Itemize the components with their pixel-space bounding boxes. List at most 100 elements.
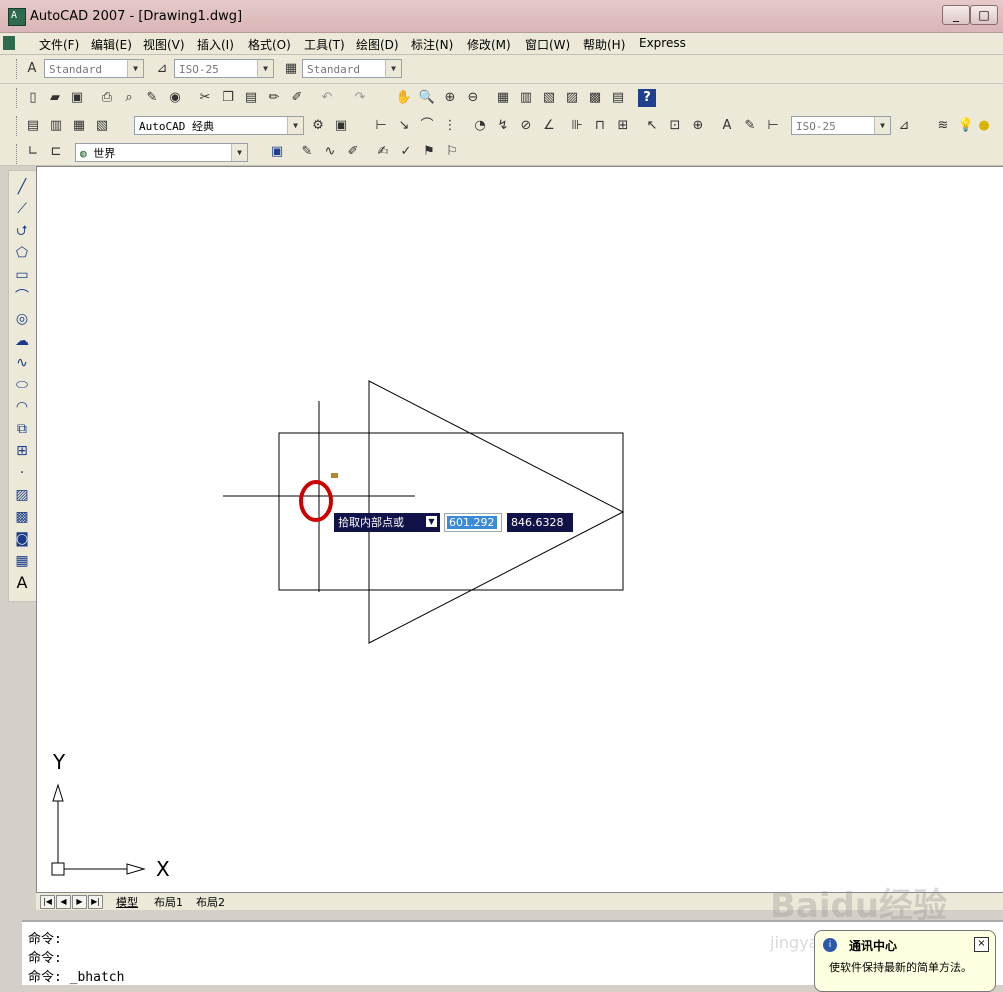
gradient-icon[interactable]: ▩ bbox=[12, 507, 32, 527]
dynamic-input-y-field[interactable]: 846.6328 bbox=[507, 513, 573, 532]
block-editor-icon[interactable]: ✐ bbox=[288, 89, 306, 107]
toolbar-grip[interactable] bbox=[16, 144, 20, 164]
markup-icon[interactable]: ▩ bbox=[586, 89, 604, 107]
menu-insert[interactable]: 插入(I) bbox=[197, 36, 234, 53]
hatch-icon[interactable]: ▨ bbox=[12, 485, 32, 505]
zoom-window-icon[interactable]: ⊕ bbox=[441, 89, 459, 107]
block-attribute-icon[interactable]: ⚑ bbox=[420, 143, 438, 161]
diameter-icon[interactable]: ⊘ bbox=[517, 117, 535, 135]
lightbulb-icon[interactable]: 💡 bbox=[957, 117, 975, 135]
chevron-down-icon[interactable]: ▼ bbox=[127, 60, 143, 77]
table-icon[interactable]: ▦ bbox=[12, 551, 32, 571]
ellipse-arc-icon[interactable]: ◠ bbox=[12, 397, 32, 417]
next-tab-icon[interactable]: ▶ bbox=[72, 895, 87, 909]
redo-icon[interactable]: ↷ bbox=[351, 89, 369, 107]
prev-tab-icon[interactable]: ◀ bbox=[56, 895, 71, 909]
minimize-button[interactable]: _ bbox=[942, 5, 970, 25]
design-center-icon[interactable]: ▥ bbox=[517, 89, 535, 107]
edit-hatch-icon[interactable]: ✐ bbox=[344, 143, 362, 161]
cut-icon[interactable]: ✂ bbox=[196, 89, 214, 107]
rectangle-icon[interactable]: ▭ bbox=[12, 265, 32, 285]
document-icon[interactable] bbox=[3, 36, 15, 50]
aligned-dimension-icon[interactable]: ↘ bbox=[395, 117, 413, 135]
ellipse-icon[interactable]: ⬭ bbox=[12, 375, 32, 395]
continue-icon[interactable]: ⊞ bbox=[614, 117, 632, 135]
undo-icon[interactable]: ↶ bbox=[318, 89, 336, 107]
copy-icon[interactable]: ❐ bbox=[219, 89, 237, 107]
print-icon[interactable]: ⎙ bbox=[98, 89, 116, 107]
radius-icon[interactable]: ◔ bbox=[471, 117, 489, 135]
triangle-shape[interactable] bbox=[368, 380, 625, 644]
table-style-combo[interactable]: Standard ▼ bbox=[302, 59, 402, 78]
edit-spline-icon[interactable]: ∿ bbox=[321, 143, 339, 161]
zoom-realtime-icon[interactable]: 🔍 bbox=[418, 89, 436, 107]
tab-layout1[interactable]: 布局1 bbox=[154, 894, 183, 910]
tab-model[interactable]: 模型 bbox=[116, 894, 138, 910]
attribute-extract-icon[interactable]: ⚐ bbox=[443, 143, 461, 161]
print-preview-icon[interactable]: ⌕ bbox=[120, 89, 138, 107]
workspace-combo[interactable]: AutoCAD 经典 ▼ bbox=[134, 116, 304, 135]
ucs-icon[interactable]: ∟ bbox=[24, 143, 42, 161]
down-arrow-icon[interactable]: ▼ bbox=[426, 516, 437, 527]
menu-file[interactable]: 文件(F) bbox=[39, 36, 79, 53]
chevron-down-icon[interactable]: ▼ bbox=[874, 117, 890, 134]
maximize-button[interactable]: □ bbox=[970, 5, 998, 25]
edit-polyline-icon[interactable]: ✎ bbox=[298, 143, 316, 161]
point-icon[interactable]: · bbox=[12, 463, 32, 483]
text-style-icon[interactable]: A bbox=[23, 60, 41, 78]
line-icon[interactable]: ╱ bbox=[12, 177, 32, 197]
polygon-icon[interactable]: ⬠ bbox=[12, 243, 32, 263]
tab-layout2[interactable]: 布局2 bbox=[196, 894, 225, 910]
toolbar-grip[interactable] bbox=[16, 116, 20, 136]
save-icon[interactable]: ▣ bbox=[68, 89, 86, 107]
my-workspace-icon[interactable]: ▣ bbox=[332, 117, 350, 135]
open-icon[interactable]: ▰ bbox=[46, 89, 64, 107]
menu-window[interactable]: 窗口(W) bbox=[525, 36, 570, 53]
sheet-set-icon[interactable]: ▨ bbox=[563, 89, 581, 107]
workspace-icon-2[interactable]: ▥ bbox=[47, 117, 65, 135]
edit-text-icon[interactable]: ✍ bbox=[374, 143, 392, 161]
paste-icon[interactable]: ▤ bbox=[242, 89, 260, 107]
match-properties-icon[interactable]: ✏ bbox=[265, 89, 283, 107]
text-style-combo[interactable]: Standard ▼ bbox=[44, 59, 144, 78]
pan-icon[interactable]: ✋ bbox=[395, 89, 413, 107]
menu-edit[interactable]: 编辑(E) bbox=[91, 36, 132, 53]
properties-icon[interactable]: ▦ bbox=[494, 89, 512, 107]
arc-icon[interactable]: ⌒ bbox=[12, 287, 32, 307]
menu-format[interactable]: 格式(O) bbox=[248, 36, 291, 53]
toolbar-grip[interactable] bbox=[16, 59, 20, 79]
polyline-icon[interactable]: ⮍ bbox=[12, 221, 32, 241]
workspace-icon-4[interactable]: ▧ bbox=[93, 117, 111, 135]
dimension-update-icon[interactable]: ⊢ bbox=[764, 117, 782, 135]
toolbar-grip[interactable] bbox=[16, 88, 20, 108]
center-mark-icon[interactable]: ⊕ bbox=[689, 117, 707, 135]
dim-style-icon[interactable]: ⊿ bbox=[153, 60, 171, 78]
dimension-text-edit-icon[interactable]: ✎ bbox=[741, 117, 759, 135]
angular-icon[interactable]: ∠ bbox=[540, 117, 558, 135]
workspace-icon-3[interactable]: ▦ bbox=[70, 117, 88, 135]
baseline-icon[interactable]: ⊓ bbox=[591, 117, 609, 135]
dynamic-input-x-field[interactable]: 601.292 bbox=[444, 513, 502, 532]
revision-cloud-icon[interactable]: ☁ bbox=[12, 331, 32, 351]
dimension-style-icon[interactable]: ⊿ bbox=[895, 117, 913, 135]
menu-modify[interactable]: 修改(M) bbox=[467, 36, 511, 53]
construction-line-icon[interactable]: ⟋ bbox=[12, 199, 32, 219]
multiline-text-icon[interactable]: A bbox=[12, 573, 32, 593]
menu-view[interactable]: 视图(V) bbox=[143, 36, 185, 53]
viewport-icon[interactable]: ▣ bbox=[268, 143, 286, 161]
linear-dimension-icon[interactable]: ⊢ bbox=[372, 117, 390, 135]
calculator-icon[interactable]: ▤ bbox=[609, 89, 627, 107]
workspace-settings-icon[interactable]: ⚙ bbox=[309, 117, 327, 135]
make-block-icon[interactable]: ⊞ bbox=[12, 441, 32, 461]
dim-style-combo[interactable]: ISO-25 ▼ bbox=[174, 59, 274, 78]
table-style-icon[interactable]: ▦ bbox=[282, 60, 300, 78]
leader-icon[interactable]: ↖ bbox=[643, 117, 661, 135]
chevron-down-icon[interactable]: ▼ bbox=[257, 60, 273, 77]
jogged-icon[interactable]: ↯ bbox=[494, 117, 512, 135]
dim-style-combo-right[interactable]: ISO-25 ▼ bbox=[791, 116, 891, 135]
dimension-edit-icon[interactable]: A bbox=[718, 117, 736, 135]
zoom-previous-icon[interactable]: ⊖ bbox=[464, 89, 482, 107]
menu-draw[interactable]: 绘图(D) bbox=[356, 36, 399, 53]
publish-icon[interactable]: ✎ bbox=[143, 89, 161, 107]
close-icon[interactable]: × bbox=[974, 937, 989, 952]
